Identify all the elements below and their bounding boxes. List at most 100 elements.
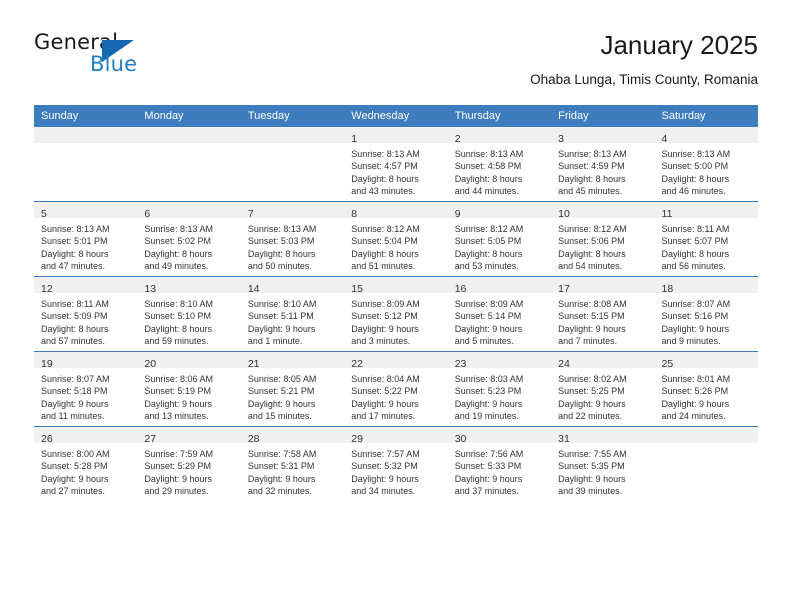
calendar-day-cell[interactable]: 17 Sunrise: 8:08 AM Sunset: 5:15 PM Dayligh…	[551, 276, 655, 352]
calendar-day-cell[interactable]: 26 Sunrise: 8:00 AM Sunset: 5:28 PM Dayligh…	[34, 426, 138, 501]
calendar-day-cell[interactable]: 11 Sunrise: 8:11 AM Sunset: 5:07 PM Dayligh…	[654, 201, 758, 277]
daylight-line: Daylight: 8 hours	[454, 173, 523, 184]
daylight-line: Daylight: 9 hours	[558, 323, 626, 334]
sunrise-line: Sunrise: 8:13 AM	[41, 224, 110, 234]
daylight-line-2: and 1 minute.	[247, 336, 303, 347]
sunset-line: Sunset: 5:19 PM	[144, 386, 211, 397]
sunrise-line: Sunrise: 8:13 AM	[144, 224, 213, 234]
day-details: Sunrise: 8:13 AM Sunset: 4:58 PM Daylight:…	[448, 143, 551, 198]
daylight-line-2: and 19 minutes.	[454, 411, 519, 422]
day-number-band: 14	[240, 277, 345, 295]
daylight-line-2: and 57 minutes.	[41, 336, 106, 347]
day-details: Sunrise: 8:07 AM Sunset: 5:18 PM Daylight:…	[34, 368, 137, 423]
calendar-day-cell[interactable]: 9 Sunrise: 8:12 AM Sunset: 5:05 PM Daylight…	[447, 201, 552, 277]
general-blue-logo[interactable]: General Blue	[34, 30, 164, 82]
calendar-day-cell[interactable]: 21 Sunrise: 8:05 AM Sunset: 5:21 PM Dayligh…	[240, 351, 345, 427]
day-number: 2	[454, 133, 461, 145]
day-number-band: 26	[34, 427, 138, 445]
daylight-line-2: and 5 minutes.	[454, 336, 514, 347]
sunrise-line: Sunrise: 8:09 AM	[351, 299, 420, 309]
calendar-day-cell[interactable]: 29 Sunrise: 7:57 AM Sunset: 5:32 PM Dayligh…	[344, 426, 448, 501]
sunrise-line: Sunrise: 8:09 AM	[454, 299, 524, 309]
sunset-line: Sunset: 5:10 PM	[144, 311, 211, 322]
daylight-line-2: and 39 minutes.	[558, 486, 623, 497]
calendar-day-cell[interactable]: 22 Sunrise: 8:04 AM Sunset: 5:22 PM Dayligh…	[344, 351, 448, 427]
day-number-band: 16	[447, 277, 552, 295]
calendar-day-cell[interactable]: 13 Sunrise: 8:10 AM Sunset: 5:10 PM Dayligh…	[137, 276, 241, 352]
calendar-day-cell[interactable]: 4 Sunrise: 8:13 AM Sunset: 5:00 PM Daylight…	[654, 127, 758, 202]
weekday-header-saturday: Saturday	[654, 105, 758, 127]
sunset-line: Sunset: 5:04 PM	[351, 236, 418, 247]
day-number: 21	[247, 358, 260, 370]
sunrise-line: Sunrise: 8:10 AM	[247, 299, 317, 309]
calendar-day-cell[interactable]: 3 Sunrise: 8:13 AM Sunset: 4:59 PM Daylight…	[551, 127, 655, 202]
sunset-line: Sunset: 5:31 PM	[247, 461, 315, 472]
calendar-day-cell[interactable]: 20 Sunrise: 8:06 AM Sunset: 5:19 PM Dayligh…	[137, 351, 241, 427]
sunset-line: Sunset: 5:07 PM	[661, 236, 729, 247]
calendar-day-cell[interactable]: 31 Sunrise: 7:55 AM Sunset: 5:35 PM Dayligh…	[551, 426, 655, 501]
sunset-line: Sunset: 5:14 PM	[454, 311, 522, 322]
sunrise-line: Sunrise: 8:12 AM	[558, 224, 627, 234]
calendar-day-cell[interactable]: 2 Sunrise: 8:13 AM Sunset: 4:58 PM Daylight…	[447, 127, 552, 202]
calendar-week-row: 5 Sunrise: 8:13 AM Sunset: 5:01 PM Daylight…	[34, 201, 758, 277]
calendar-day-cell[interactable]: 5 Sunrise: 8:13 AM Sunset: 5:01 PM Daylight…	[34, 201, 138, 277]
calendar-day-cell[interactable]: 12 Sunrise: 8:11 AM Sunset: 5:09 PM Dayligh…	[34, 276, 138, 352]
daylight-line: Daylight: 9 hours	[144, 473, 212, 484]
calendar-day-cell[interactable]: 27 Sunrise: 7:59 AM Sunset: 5:29 PM Dayligh…	[137, 426, 241, 501]
sunrise-line: Sunrise: 8:07 AM	[41, 374, 110, 384]
calendar-day-cell[interactable]: 1 Sunrise: 8:13 AM Sunset: 4:57 PM Daylight…	[344, 127, 448, 202]
calendar-day-cell[interactable]: 19 Sunrise: 8:07 AM Sunset: 5:18 PM Dayligh…	[34, 351, 138, 427]
daylight-line-2: and 11 minutes.	[41, 411, 105, 422]
daylight-line-2: and 15 minutes.	[247, 411, 312, 422]
calendar-day-cell[interactable]: 10 Sunrise: 8:12 AM Sunset: 5:06 PM Dayligh…	[551, 201, 655, 277]
calendar-day-cell[interactable]: 30 Sunrise: 7:56 AM Sunset: 5:33 PM Dayligh…	[447, 426, 552, 501]
day-number-band: 1	[344, 127, 448, 145]
calendar-day-cell[interactable]: 18 Sunrise: 8:07 AM Sunset: 5:16 PM Dayligh…	[654, 276, 758, 352]
daylight-line: Daylight: 8 hours	[41, 323, 109, 334]
day-number: 10	[558, 208, 570, 220]
daylight-line-2: and 29 minutes.	[144, 486, 209, 497]
daylight-line: Daylight: 8 hours	[351, 173, 419, 184]
calendar-day-cell[interactable]: 15 Sunrise: 8:09 AM Sunset: 5:12 PM Dayligh…	[344, 276, 448, 352]
day-number-band: 11	[654, 202, 758, 220]
calendar-day-cell[interactable]: 23 Sunrise: 8:03 AM Sunset: 5:23 PM Dayligh…	[447, 351, 552, 427]
page-header: General Blue January 2025 Ohaba Lunga, T…	[34, 28, 758, 98]
day-number: 26	[41, 433, 53, 445]
sunset-line: Sunset: 5:32 PM	[351, 461, 418, 472]
day-number: 24	[558, 358, 570, 370]
calendar-day-cell[interactable]: 28 Sunrise: 7:58 AM Sunset: 5:31 PM Dayligh…	[240, 426, 345, 501]
day-number: 17	[558, 283, 570, 295]
daylight-line-2: and 22 minutes.	[558, 411, 623, 422]
daylight-line: Daylight: 8 hours	[661, 248, 730, 259]
day-number-band: 15	[344, 277, 448, 295]
daylight-line-2: and 27 minutes.	[41, 486, 106, 497]
day-number: 18	[661, 283, 674, 295]
day-number-band: 30	[447, 427, 552, 445]
sunrise-line: Sunrise: 8:03 AM	[454, 374, 524, 384]
day-number: 28	[247, 433, 260, 445]
sunset-line: Sunset: 5:02 PM	[144, 236, 211, 247]
calendar-day-cell[interactable]: 24 Sunrise: 8:02 AM Sunset: 5:25 PM Dayligh…	[551, 351, 655, 427]
calendar-day-cell[interactable]: 6 Sunrise: 8:13 AM Sunset: 5:02 PM Daylight…	[137, 201, 241, 277]
daylight-line-2: and 32 minutes.	[247, 486, 312, 497]
calendar-day-cell[interactable]: 25 Sunrise: 8:01 AM Sunset: 5:26 PM Dayligh…	[654, 351, 758, 427]
sunset-line: Sunset: 5:18 PM	[41, 386, 108, 397]
day-details: Sunrise: 8:04 AM Sunset: 5:22 PM Daylight:…	[344, 368, 447, 423]
day-number-band: 17	[551, 277, 655, 295]
calendar-day-cell[interactable]: 7 Sunrise: 8:13 AM Sunset: 5:03 PM Daylight…	[240, 201, 345, 277]
calendar-week-row: 19 Sunrise: 8:07 AM Sunset: 5:18 PM Dayligh…	[34, 351, 758, 427]
calendar-day-cell[interactable]: 16 Sunrise: 8:09 AM Sunset: 5:14 PM Dayligh…	[447, 276, 552, 352]
day-number: 29	[351, 433, 363, 445]
daylight-line: Daylight: 9 hours	[351, 323, 419, 334]
daylight-line-2: and 59 minutes.	[144, 336, 209, 347]
sunset-line: Sunset: 5:33 PM	[454, 461, 522, 472]
daylight-line-2: and 37 minutes.	[454, 486, 519, 497]
calendar-day-cell[interactable]: 8 Sunrise: 8:12 AM Sunset: 5:04 PM Daylight…	[344, 201, 448, 277]
calendar-day-cell[interactable]: 14 Sunrise: 8:10 AM Sunset: 5:11 PM Dayligh…	[240, 276, 345, 352]
sunrise-line: Sunrise: 8:04 AM	[351, 374, 420, 384]
daylight-line-2: and 44 minutes.	[454, 186, 519, 197]
sunrise-line: Sunrise: 8:12 AM	[454, 224, 524, 234]
day-number: 22	[351, 358, 363, 370]
daylight-line-2: and 51 minutes.	[351, 261, 416, 272]
day-number-band: 18	[654, 277, 758, 295]
